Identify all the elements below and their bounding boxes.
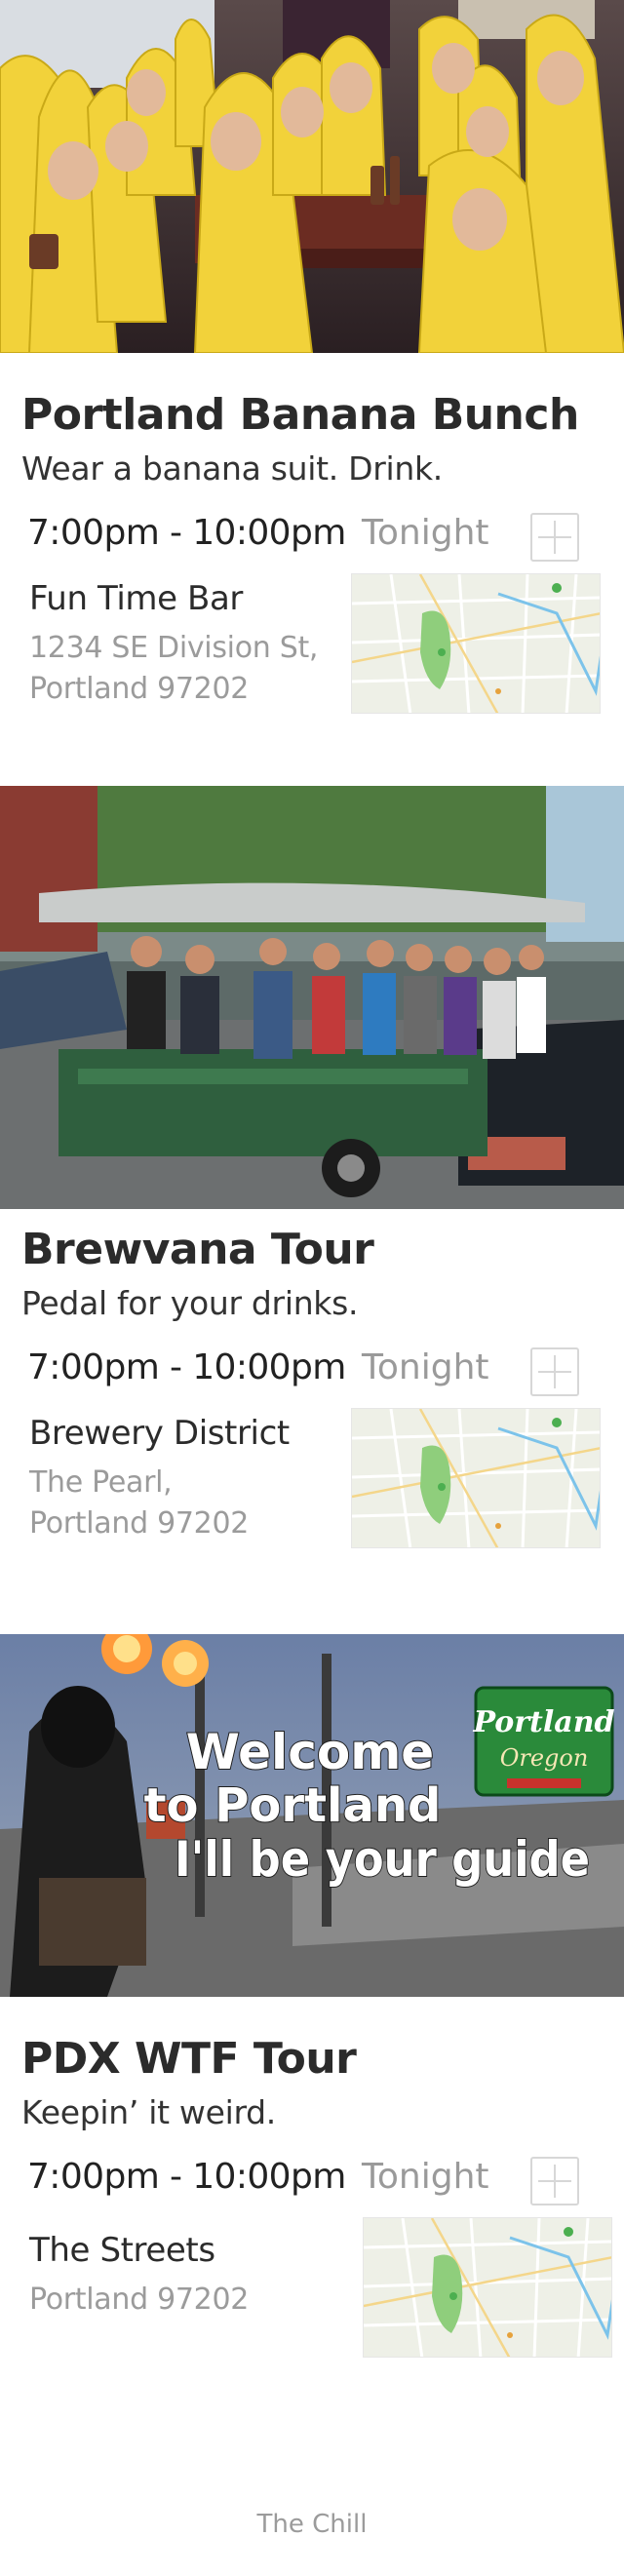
venue-row: Brewery District The Pearl, Portland 972… [21, 1400, 603, 1556]
venue-map[interactable] [351, 1408, 601, 1548]
event-when: Tonight [362, 513, 489, 553]
venue-name: Fun Time Bar [29, 579, 243, 618]
venue-info: Fun Time Bar 1234 SE Division St, Portla… [29, 579, 351, 710]
venue-info: Brewery District The Pearl, Portland 972… [29, 1414, 351, 1544]
event-time: 7:00pm - 10:00pm [27, 513, 346, 553]
time-row: 7:00pm - 10:00pm Tonight [21, 501, 603, 562]
footer-brand: The Chill [256, 2510, 368, 2539]
venue-name: The Streets [29, 2231, 215, 2270]
venue-row: Fun Time Bar 1234 SE Division St, Portla… [21, 566, 603, 722]
event-feed: Portland Banana Bunch Wear a banana suit… [0, 0, 624, 2576]
image-caption-line-2: to Portland [144, 1778, 442, 1833]
event-tagline: Pedal for your drinks. [21, 1284, 359, 1322]
venue-name: Brewery District [29, 1414, 290, 1453]
event-when: Tonight [362, 2157, 489, 2197]
time-row: 7:00pm - 10:00pm Tonight [21, 1336, 603, 1396]
address-line-1: 1234 SE Division St, [29, 631, 319, 665]
map-thumbnail [352, 1409, 600, 1547]
map-thumbnail [352, 574, 600, 713]
event-image[interactable] [0, 786, 624, 1209]
venue-address: Portland 97202 [29, 2280, 351, 2321]
venue-info: The Streets Portland 97202 [29, 2231, 351, 2321]
image-caption-line-3: I'll be your guide [175, 1831, 590, 1888]
event-card[interactable]: Portland Oregon Welcome to Portland I'll… [0, 1634, 624, 2473]
event-tagline: Keepin’ it weird. [21, 2093, 276, 2131]
venue-address: The Pearl, Portland 97202 [29, 1463, 351, 1544]
event-tagline: Wear a banana suit. Drink. [21, 449, 443, 488]
event-time: 7:00pm - 10:00pm [27, 1347, 346, 1387]
address-line-1: Portland 97202 [29, 2283, 250, 2317]
address-line-2: Portland 97202 [29, 1506, 250, 1541]
event-info: Portland Banana Bunch Wear a banana suit… [0, 353, 624, 722]
sign-line-2: Oregon [500, 1744, 589, 1772]
address-line-2: Portland 97202 [29, 672, 250, 706]
event-title: Portland Banana Bunch [21, 390, 579, 440]
event-card[interactable]: Portland Banana Bunch Wear a banana suit… [0, 0, 624, 786]
portland-sign: Portland Oregon [472, 1686, 615, 1797]
event-image[interactable] [0, 0, 624, 353]
sign-line-1: Portland [472, 1705, 614, 1739]
bagpiper-photo: Portland Oregon Welcome to Portland I'll… [0, 1634, 624, 1997]
add-to-calendar-button[interactable] [530, 513, 579, 562]
add-to-calendar-button[interactable] [530, 2157, 579, 2205]
event-when: Tonight [362, 1347, 489, 1387]
venue-map[interactable] [363, 2217, 612, 2358]
event-card[interactable]: Brewvana Tour Pedal for your drinks. 7:0… [0, 786, 624, 1634]
venue-row: The Streets Portland 97202 [21, 2209, 612, 2365]
banana-party-photo [0, 0, 624, 353]
map-thumbnail [364, 2218, 611, 2357]
pedal-pub-photo [0, 786, 624, 1209]
add-to-calendar-button[interactable] [530, 1347, 579, 1396]
event-title: Brewvana Tour [21, 1225, 374, 1274]
event-time: 7:00pm - 10:00pm [27, 2157, 346, 2197]
venue-address: 1234 SE Division St, Portland 97202 [29, 628, 351, 710]
time-row: 7:00pm - 10:00pm Tonight [21, 2145, 603, 2205]
image-caption-line-1: Welcome [186, 1724, 434, 1780]
event-info: PDX WTF Tour Keepin’ it weird. 7:00pm - … [0, 1997, 624, 2365]
event-info: Brewvana Tour Pedal for your drinks. 7:0… [0, 1209, 624, 1556]
address-line-1: The Pearl, [29, 1465, 173, 1500]
event-image[interactable]: Portland Oregon Welcome to Portland I'll… [0, 1634, 624, 1997]
event-title: PDX WTF Tour [21, 2034, 357, 2084]
venue-map[interactable] [351, 573, 601, 714]
